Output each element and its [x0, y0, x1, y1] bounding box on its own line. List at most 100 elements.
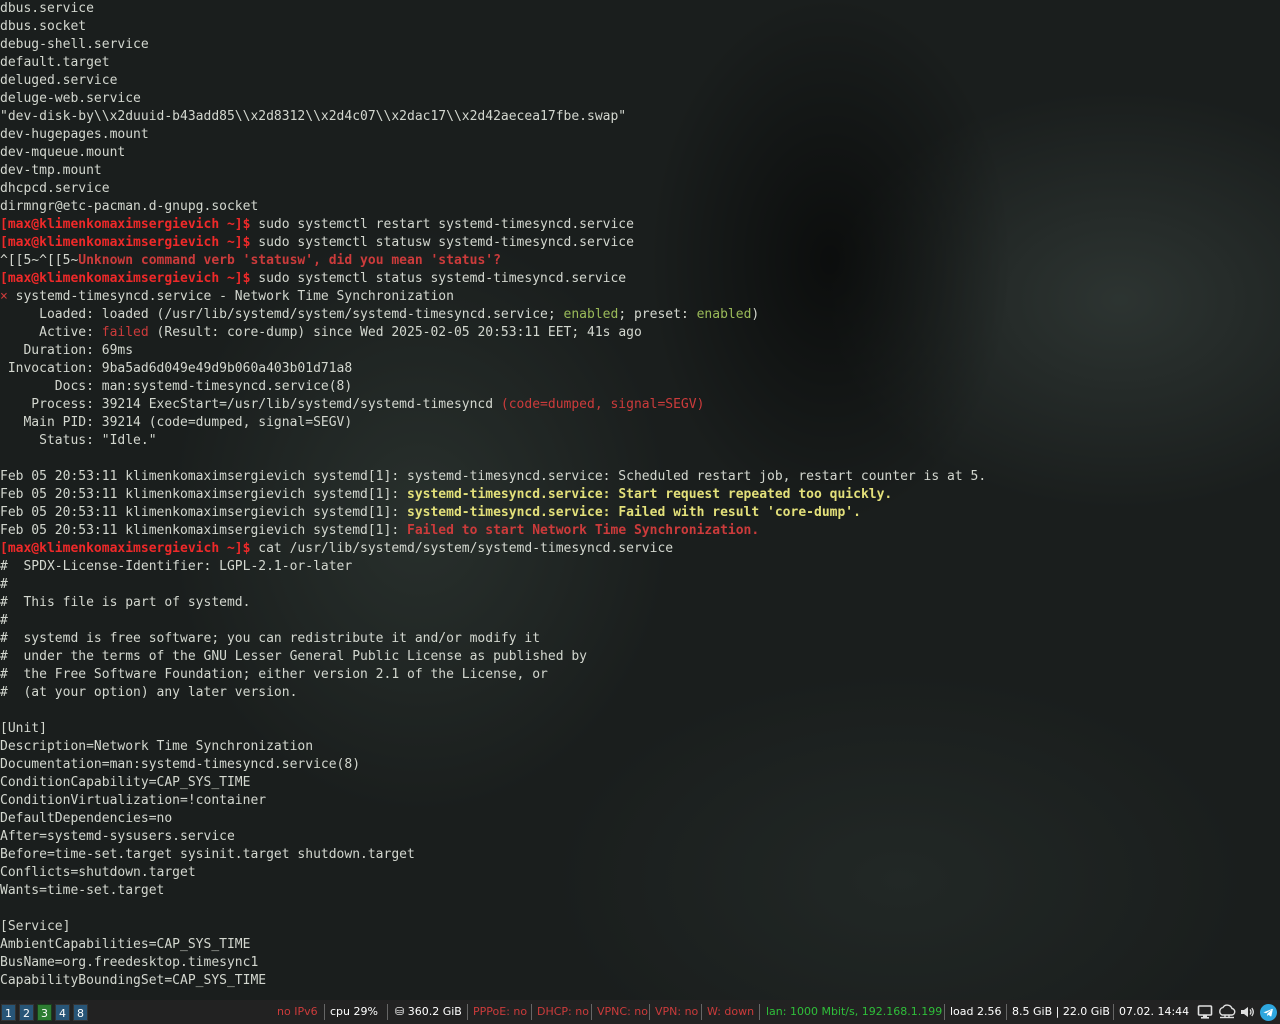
terminal-line: # SPDX-License-Identifier: LGPL-2.1-or-l…: [0, 558, 352, 576]
terminal-line: "dev-disk-by\\x2duuid-b43add85\\x2d8312\…: [0, 108, 626, 126]
terminal-text: dirmngr@etc-pacman.d-gnupg.socket: [0, 199, 259, 214]
terminal-text: Feb 05 20:53:11 klimenkomaximsergievich …: [0, 469, 987, 484]
terminal-line: Documentation=man:systemd-timesyncd.serv…: [0, 756, 360, 774]
network-icon[interactable]: [1217, 1004, 1237, 1020]
terminal-line: Description=Network Time Synchronization: [0, 738, 313, 756]
terminal-line: [Service]: [0, 918, 70, 936]
memory-usage: 8.5 GiB | 22.0 GiB: [1012, 1005, 1110, 1018]
terminal-text: Feb 05 20:53:11 klimenkomaximsergievich …: [0, 505, 407, 520]
terminal-text: # SPDX-License-Identifier: LGPL-2.1-or-l…: [0, 559, 353, 574]
terminal-text: CapabilityBoundingSet=CAP_SYS_TIME: [0, 973, 267, 988]
terminal-text: systemd-timesyncd.service: Start request…: [407, 487, 893, 502]
disk-free: ⛁ 360.2 GiB: [395, 1005, 462, 1018]
terminal-text: AmbientCapabilities=CAP_SYS_TIME: [0, 937, 251, 952]
terminal-text: dhcpcd.service: [0, 181, 110, 196]
terminal-text: failed: [101, 325, 149, 340]
workspace-8-button[interactable]: 8: [73, 1004, 88, 1021]
terminal-line: Active: failed (Result: core-dump) since…: [0, 324, 642, 342]
workspace-1-button[interactable]: 1: [1, 1004, 16, 1021]
terminal-line: [max@klimenkomaximsergievich ~]$ sudo sy…: [0, 270, 626, 288]
terminal-line: ConditionVirtualization=!container: [0, 792, 266, 810]
terminal-text: enabled: [563, 307, 619, 322]
terminal-line: AmbientCapabilities=CAP_SYS_TIME: [0, 936, 250, 954]
terminal-text: "dev-disk-by\\x2duuid-b43add85\\x2d8312\…: [0, 109, 627, 124]
terminal-text: Status: "Idle.": [0, 433, 157, 448]
terminal-line: Wants=time-set.target: [0, 882, 164, 900]
terminal-output[interactable]: dbus.service dbus.socket debug-shell.servi…: [0, 0, 1280, 1000]
terminal-line: Loaded: loaded (/usr/lib/systemd/system/…: [0, 306, 759, 324]
vpnc-status: VPNC: no: [597, 1005, 648, 1018]
terminal-text: After=systemd-sysusers.service: [0, 829, 235, 844]
terminal-line: dirmngr@etc-pacman.d-gnupg.socket: [0, 198, 258, 216]
terminal-line: [max@klimenkomaximsergievich ~]$ cat /us…: [0, 540, 673, 558]
terminal-text: deluge-web.service: [0, 91, 141, 106]
terminal-text: Documentation=man:systemd-timesyncd.serv…: [0, 757, 361, 772]
terminal-text: Process: 39214 ExecStart=/usr/lib/system…: [0, 397, 501, 412]
terminal-text: default.target: [0, 55, 110, 70]
terminal-text: systemd-timesyncd.service - Network Time…: [7, 289, 454, 304]
terminal-text: debug-shell.service: [0, 37, 149, 52]
load-average: load 2.56: [950, 1005, 1002, 1018]
terminal-line: [max@klimenkomaximsergievich ~]$ sudo sy…: [0, 234, 634, 252]
terminal-line: # under the terms of the GNU Lesser Gene…: [0, 648, 587, 666]
workspace-3-button[interactable]: 3: [37, 1004, 52, 1021]
ipv6-status: no IPv6: [277, 1005, 318, 1018]
terminal-line: Docs: man:systemd-timesyncd.service(8): [0, 378, 352, 396]
volume-icon[interactable]: [1239, 1004, 1255, 1020]
terminal-line: Duration: 69ms: [0, 342, 133, 360]
terminal-text: Description=Network Time Synchronization: [0, 739, 314, 754]
terminal-line: #: [0, 612, 8, 630]
terminal-line: # the Free Software Foundation; either v…: [0, 666, 548, 684]
terminal-line: Feb 05 20:53:11 klimenkomaximsergievich …: [0, 522, 759, 540]
terminal-text: Before=time-set.target sysinit.target sh…: [0, 847, 415, 862]
terminal-text: Active:: [0, 325, 102, 340]
terminal-line: Feb 05 20:53:11 klimenkomaximsergievich …: [0, 486, 892, 504]
terminal-text: # systemd is free software; you can redi…: [0, 631, 541, 646]
clock: 07.02. 14:44: [1119, 1005, 1190, 1018]
terminal-line: # systemd is free software; you can redi…: [0, 630, 540, 648]
pppoe-status: PPPoE: no: [473, 1005, 528, 1018]
terminal-text: deluged.service: [0, 73, 118, 88]
terminal-text: ×: [0, 289, 8, 304]
workspace-2-button[interactable]: 2: [19, 1004, 34, 1021]
terminal-line: Main PID: 39214 (code=dumped, signal=SEG…: [0, 414, 352, 432]
terminal-line: After=systemd-sysusers.service: [0, 828, 235, 846]
terminal-text: Duration: 69ms: [0, 343, 134, 358]
telegram-icon[interactable]: [1260, 1004, 1277, 1021]
terminal-text: systemd-timesyncd.service: Failed with r…: [407, 505, 861, 520]
cpu-usage: cpu 29%: [330, 1005, 378, 1018]
terminal-text: sudo systemctl statusw systemd-timesyncd…: [250, 235, 634, 250]
terminal-text: Failed to start Network Time Synchroniza…: [407, 523, 760, 538]
shell-prompt: [max@klimenkomaximsergievich ~]$: [0, 217, 251, 232]
terminal-text: ; preset:: [618, 307, 697, 322]
terminal-line: deluged.service: [0, 72, 117, 90]
terminal-line: Invocation: 9ba5ad6d049e49d9b060a403b01d…: [0, 360, 352, 378]
terminal-line: Feb 05 20:53:11 klimenkomaximsergievich …: [0, 504, 861, 522]
workspace-4-button[interactable]: 4: [55, 1004, 70, 1021]
terminal-text: cat /usr/lib/systemd/system/systemd-time…: [250, 541, 674, 556]
terminal-line: ConditionCapability=CAP_SYS_TIME: [0, 774, 250, 792]
terminal-text: Main PID: 39214 (code=dumped, signal=SEG…: [0, 415, 353, 430]
terminal-text: dbus.service: [0, 1, 94, 16]
terminal-text: dev-mqueue.mount: [0, 145, 126, 160]
terminal-line: # (at your option) any later version.: [0, 684, 297, 702]
terminal-text: Loaded: loaded (/usr/lib/systemd/system/…: [0, 307, 564, 322]
status-bar: 1 2 3 4 8 no IPv6 cpu 29% ⛁ 360.2 GiB PP…: [0, 1000, 1280, 1024]
monitor-icon[interactable]: [1197, 1004, 1213, 1020]
terminal-line: deluge-web.service: [0, 90, 141, 108]
terminal-text: [Service]: [0, 919, 71, 934]
terminal-line: dbus.service: [0, 0, 94, 18]
terminal-line: dhcpcd.service: [0, 180, 110, 198]
terminal-line: dev-tmp.mount: [0, 162, 102, 180]
terminal-text: #: [0, 577, 8, 592]
terminal-line: dbus.socket: [0, 18, 86, 36]
vpn-status: VPN: no: [655, 1005, 699, 1018]
terminal-line: Feb 05 20:53:11 klimenkomaximsergievich …: [0, 468, 986, 486]
terminal-text: Unknown command verb 'statusw', did you …: [78, 253, 501, 268]
dhcp-status: DHCP: no: [537, 1005, 589, 1018]
terminal-text: #: [0, 613, 8, 628]
terminal-text: DefaultDependencies=no: [0, 811, 173, 826]
terminal-line: Process: 39214 ExecStart=/usr/lib/system…: [0, 396, 704, 414]
terminal-text: Conflicts=shutdown.target: [0, 865, 196, 880]
terminal-line: Status: "Idle.": [0, 432, 157, 450]
